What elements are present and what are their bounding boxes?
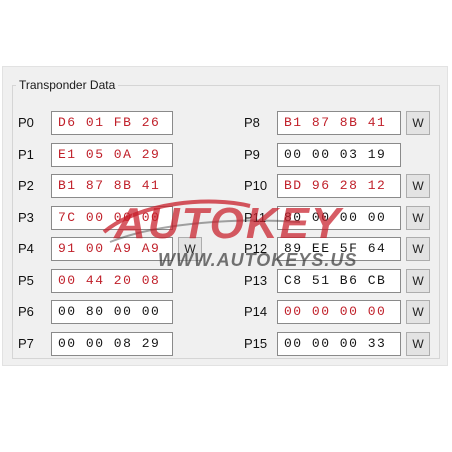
page-label-p11: P11 — [244, 210, 267, 225]
page-value-p12[interactable]: 89 EE 5F 64 — [277, 237, 401, 261]
page-label-p14: P14 — [244, 304, 268, 319]
page-value-p9[interactable]: 00 00 03 19 — [277, 143, 401, 167]
page-label-p6: P6 — [18, 304, 34, 319]
write-button-p12[interactable]: W — [406, 237, 430, 261]
page-value-p4[interactable]: 91 00 A9 A9 — [51, 237, 173, 261]
page-value-p1[interactable]: E1 05 0A 29 — [51, 143, 173, 167]
page-value-p2[interactable]: B1 87 8B 41 — [51, 174, 173, 198]
page-label-p5: P5 — [18, 273, 34, 288]
page-label-p12: P12 — [244, 241, 268, 256]
page-label-p13: P13 — [244, 273, 268, 288]
write-button-p8[interactable]: W — [406, 111, 430, 135]
group-title: Transponder Data — [16, 78, 119, 92]
page-value-p10[interactable]: BD 96 28 12 — [277, 174, 401, 198]
page-value-p11[interactable]: 80 00 00 00 — [277, 206, 401, 230]
write-button-p13[interactable]: W — [406, 269, 430, 293]
write-button-p10[interactable]: W — [406, 174, 430, 198]
page-label-p8: P8 — [244, 115, 260, 130]
page-value-p15[interactable]: 00 00 00 33 — [277, 332, 401, 356]
page-value-p5[interactable]: 00 44 20 08 — [51, 269, 173, 293]
write-button-p11[interactable]: W — [406, 206, 430, 230]
page-value-p0[interactable]: D6 01 FB 26 — [51, 111, 173, 135]
page-value-p13[interactable]: C8 51 B6 CB — [277, 269, 401, 293]
page-label-p15: P15 — [244, 336, 268, 351]
page-label-p3: P3 — [18, 210, 34, 225]
page-value-p3[interactable]: 7C 00 00 00 — [51, 206, 173, 230]
page-label-p7: P7 — [18, 336, 34, 351]
page-value-p14[interactable]: 00 00 00 00 — [277, 300, 401, 324]
page-label-p2: P2 — [18, 178, 34, 193]
page-label-p0: P0 — [18, 115, 34, 130]
page-value-p8[interactable]: B1 87 8B 41 — [277, 111, 401, 135]
page-label-p4: P4 — [18, 241, 34, 256]
page-value-p7[interactable]: 00 00 08 29 — [51, 332, 173, 356]
page-label-p10: P10 — [244, 178, 268, 193]
write-button-p15[interactable]: W — [406, 332, 430, 356]
page-value-p6[interactable]: 00 80 00 00 — [51, 300, 173, 324]
write-button-p4[interactable]: W — [178, 237, 202, 261]
page-label-p9: P9 — [244, 147, 260, 162]
page-label-p1: P1 — [18, 147, 34, 162]
write-button-p14[interactable]: W — [406, 300, 430, 324]
